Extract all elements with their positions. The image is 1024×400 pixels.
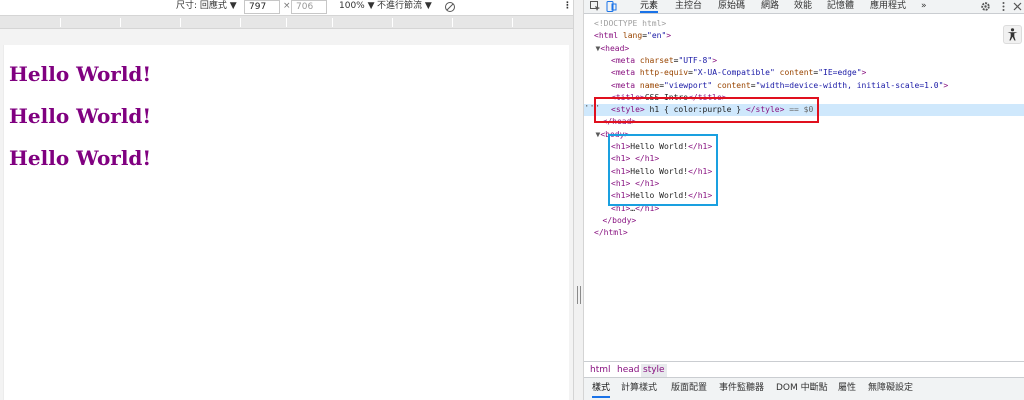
dom-line[interactable]: <html lang="en"> — [584, 30, 1024, 42]
tag-open: </html> — [594, 228, 628, 238]
tab-sources[interactable]: 原始碼 — [718, 0, 745, 13]
tab-application[interactable]: 應用程式 — [870, 0, 906, 13]
highlight-h1-elements-box — [608, 134, 718, 206]
page-viewport: Hello World! Hello World! Hello World! — [3, 45, 569, 400]
splitter-grip[interactable] — [580, 286, 581, 304]
gear-icon[interactable] — [980, 1, 991, 12]
device-toolbar-toggle-icon[interactable] — [606, 1, 617, 12]
splitter-grip[interactable] — [577, 286, 578, 304]
dom-line[interactable]: <meta name="viewport" content="width=dev… — [584, 80, 1024, 92]
width-input[interactable]: 797 — [244, 0, 280, 14]
height-input[interactable]: 706 — [291, 0, 327, 14]
tab-properties[interactable]: 屬性 — [838, 381, 856, 398]
highlight-style-rule-box — [594, 97, 819, 123]
tab-computed[interactable]: 計算樣式 — [621, 381, 657, 398]
rotate-icon[interactable] — [444, 1, 456, 13]
dom-line[interactable]: <meta http-equiv="X-UA-Compatible" conte… — [584, 67, 1024, 79]
attribute-value: "viewport" — [664, 80, 713, 90]
tag-open: <head> — [600, 43, 630, 53]
attribute-name: charset — [639, 55, 674, 65]
attribute-value: "en" — [647, 31, 667, 41]
inspect-element-icon[interactable] — [590, 1, 601, 12]
times-symbol: × — [283, 1, 291, 11]
close-icon[interactable] — [1012, 1, 1023, 12]
attribute-name: name — [639, 80, 660, 90]
tag-open: <meta — [611, 55, 636, 65]
kebab-menu-icon[interactable] — [998, 1, 1009, 12]
styles-panel-tabs: 樣式 計算樣式 版面配置 事件監聽器 DOM 中斷點 屬性 無障礙設定 — [584, 377, 1024, 400]
tag-close: > — [943, 80, 949, 90]
dom-line[interactable]: ▼<head> — [584, 43, 1024, 55]
pane-splitter[interactable] — [573, 0, 584, 400]
attribute-value: "IE=edge" — [818, 68, 862, 78]
zoom-dropdown[interactable]: 100% ▼ — [339, 0, 375, 13]
media-query-ruler — [0, 15, 573, 29]
breadcrumb-head[interactable]: head — [615, 364, 641, 377]
doctype-text: <!DOCTYPE html> — [594, 19, 667, 28]
dom-line[interactable]: </body> — [584, 215, 1024, 227]
tab-layout[interactable]: 版面配置 — [671, 381, 707, 398]
page-heading-1: Hello World! — [9, 62, 152, 86]
attribute-name: http-equiv — [639, 68, 689, 78]
tab-console[interactable]: 主控台 — [675, 0, 702, 13]
dimensions-dropdown[interactable]: 尺寸: 回應式 ▼ — [176, 0, 237, 13]
tag-close: > — [712, 55, 718, 65]
tab-event-listeners[interactable]: 事件監聽器 — [719, 381, 764, 398]
dom-line[interactable]: <!DOCTYPE html> — [584, 18, 1024, 30]
tab-styles[interactable]: 樣式 — [592, 381, 611, 398]
tag-close: > — [666, 31, 672, 41]
attribute-name: content — [779, 68, 814, 78]
tab-performance[interactable]: 效能 — [794, 0, 812, 13]
tag-open: <meta — [611, 68, 636, 78]
attribute-name: content — [717, 80, 751, 90]
device-emulation-pane: 尺寸: 回應式 ▼ 797 × 706 100% ▼ 不進行節流 ▼ ⋮ Hel… — [0, 0, 573, 400]
attribute-value: "X-UA-Compatible" — [692, 68, 775, 78]
page-heading-3: Hello World! — [9, 146, 152, 170]
more-tabs-button[interactable]: » — [921, 0, 927, 13]
breadcrumb-style[interactable]: style — [641, 364, 667, 377]
tab-network[interactable]: 網路 — [761, 0, 779, 13]
attribute-value: "width=device-width, initial-scale=1.0" — [755, 80, 944, 90]
tab-dom-breakpoints[interactable]: DOM 中斷點 — [776, 381, 828, 398]
tab-elements[interactable]: 元素 — [640, 0, 659, 13]
tag-open: <meta — [611, 80, 636, 90]
device-more-menu[interactable]: ⋮ — [563, 0, 572, 13]
tag-open: </body> — [602, 215, 637, 225]
dom-line[interactable]: <meta charset="UTF-8"> — [584, 55, 1024, 67]
tag-open: <html — [594, 31, 619, 41]
dom-line[interactable]: </html> — [584, 227, 1024, 239]
device-toolbar: 尺寸: 回應式 ▼ 797 × 706 100% ▼ 不進行節流 ▼ ⋮ — [0, 0, 573, 15]
dom-breadcrumb: html head style — [584, 361, 1024, 377]
tab-memory[interactable]: 記憶體 — [827, 0, 854, 13]
attribute-value: "UTF-8" — [678, 55, 713, 65]
devtools-tab-bar: 元素 主控台 原始碼 網路 效能 記憶體 應用程式 » — [584, 0, 1024, 14]
attribute-name: lang — [622, 31, 643, 41]
tab-accessibility[interactable]: 無障礙設定 — [868, 381, 913, 398]
breadcrumb-html[interactable]: html — [588, 364, 613, 377]
throttle-dropdown[interactable]: 不進行節流 ▼ — [377, 0, 432, 13]
page-heading-2: Hello World! — [9, 104, 152, 128]
tag-close: > — [861, 68, 867, 78]
